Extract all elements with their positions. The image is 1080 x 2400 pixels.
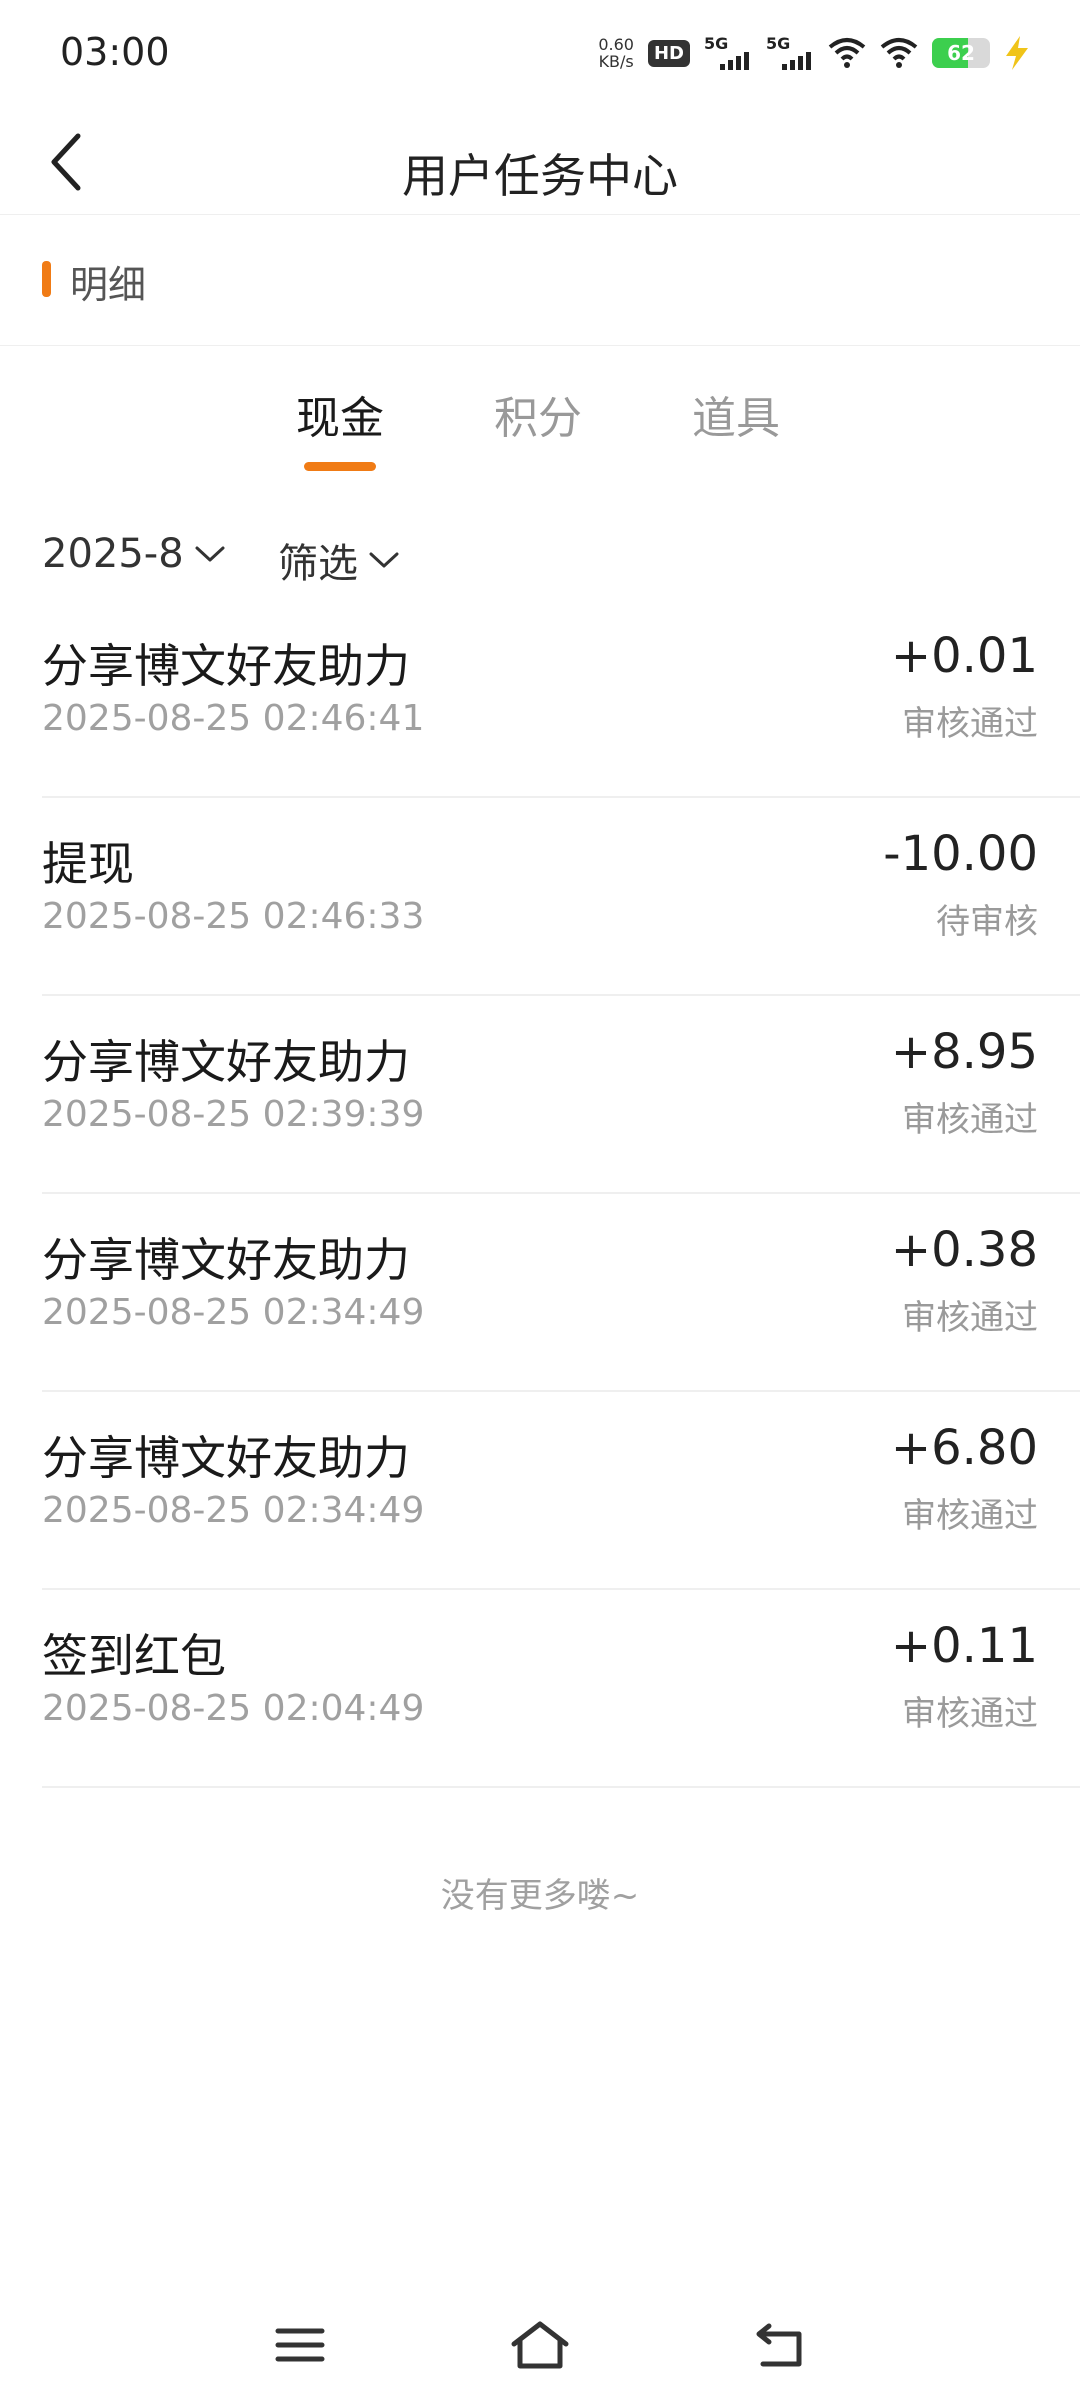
transaction-title: 提现 bbox=[42, 837, 134, 891]
wifi-icon bbox=[880, 38, 918, 68]
chevron-down-icon bbox=[369, 552, 399, 568]
wifi-plus-icon bbox=[828, 38, 866, 68]
transaction-title: 分享博文好友助力 bbox=[42, 1431, 410, 1485]
transaction-status: 审核通过 bbox=[902, 1694, 1038, 1734]
charging-bolt-icon bbox=[1006, 36, 1028, 70]
home-icon bbox=[511, 2321, 569, 2369]
transaction-row[interactable]: 分享博文好友助力 2025-08-25 02:39:39 +8.95 审核通过 bbox=[42, 996, 1080, 1194]
back-nav-button[interactable] bbox=[735, 2310, 825, 2380]
transaction-amount: +8.95 bbox=[890, 1024, 1038, 1080]
active-tab-indicator bbox=[304, 462, 376, 471]
transaction-amount: -10.00 bbox=[883, 826, 1038, 882]
section-accent-bar bbox=[42, 261, 51, 297]
chevron-down-icon bbox=[195, 546, 225, 562]
battery-level: 62 bbox=[947, 41, 975, 65]
signal-5g-icon: 5G bbox=[766, 34, 814, 72]
transaction-amount: +6.80 bbox=[890, 1420, 1038, 1476]
transaction-time: 2025-08-25 02:46:33 bbox=[42, 896, 425, 937]
transaction-time: 2025-08-25 02:39:39 bbox=[42, 1094, 425, 1135]
signal-5g-icon: 5G bbox=[704, 34, 752, 72]
filter-label: 筛选 bbox=[278, 541, 358, 587]
menu-button[interactable] bbox=[255, 2310, 345, 2380]
filter-bar: 2025-8 筛选 bbox=[0, 525, 1080, 595]
transaction-time: 2025-08-25 02:04:49 bbox=[42, 1688, 425, 1729]
transaction-title: 签到红包 bbox=[42, 1629, 226, 1683]
transaction-row[interactable]: 签到红包 2025-08-25 02:04:49 +0.11 审核通过 bbox=[42, 1590, 1080, 1788]
transaction-status: 待审核 bbox=[936, 902, 1038, 942]
page: 03:00 0.60 KB/s HD 5G 5G 62 用户任务中心 明细 现金… bbox=[0, 0, 1080, 2400]
tab-props[interactable]: 道具 bbox=[636, 382, 836, 446]
tab-bar: 现金 积分 道具 bbox=[0, 370, 1080, 480]
home-button[interactable] bbox=[495, 2310, 585, 2380]
transaction-amount: +0.11 bbox=[890, 1618, 1038, 1674]
transaction-amount: +0.01 bbox=[890, 628, 1038, 684]
transaction-title: 分享博文好友助力 bbox=[42, 1233, 410, 1287]
filter-dropdown[interactable]: 筛选 bbox=[278, 531, 400, 589]
network-speed: 0.60 KB/s bbox=[598, 36, 634, 70]
status-bar: 03:00 0.60 KB/s HD 5G 5G 62 bbox=[0, 0, 1080, 110]
transaction-row[interactable]: 分享博文好友助力 2025-08-25 02:34:49 +0.38 审核通过 bbox=[42, 1194, 1080, 1392]
transaction-time: 2025-08-25 02:46:41 bbox=[42, 698, 425, 739]
back-icon bbox=[756, 2323, 802, 2367]
section-header: 明细 bbox=[0, 216, 1080, 346]
section-title: 明细 bbox=[70, 263, 147, 307]
status-icons: 0.60 KB/s HD 5G 5G 62 bbox=[598, 30, 1030, 76]
page-title: 用户任务中心 bbox=[402, 149, 678, 203]
tab-cash[interactable]: 现金 bbox=[240, 382, 440, 446]
month-dropdown[interactable]: 2025-8 bbox=[42, 531, 226, 577]
app-header: 用户任务中心 bbox=[0, 110, 1080, 215]
signal-label: 5G bbox=[704, 34, 729, 53]
transaction-status: 审核通过 bbox=[902, 1100, 1038, 1140]
tab-points[interactable]: 积分 bbox=[438, 382, 638, 446]
system-nav-bar bbox=[0, 2290, 1080, 2400]
network-speed-value: 0.60 bbox=[598, 35, 634, 54]
transaction-time: 2025-08-25 02:34:49 bbox=[42, 1292, 425, 1333]
transaction-status: 审核通过 bbox=[902, 704, 1038, 744]
battery-icon: 62 bbox=[932, 38, 990, 68]
transaction-status: 审核通过 bbox=[902, 1496, 1038, 1536]
transaction-time: 2025-08-25 02:34:49 bbox=[42, 1490, 425, 1531]
hd-icon: HD bbox=[647, 39, 690, 67]
list-end-text: 没有更多喽~ bbox=[440, 1876, 640, 1916]
status-time: 03:00 bbox=[60, 30, 170, 74]
transaction-title: 分享博文好友助力 bbox=[42, 639, 410, 693]
signal-label: 5G bbox=[766, 34, 791, 53]
transaction-list: 分享博文好友助力 2025-08-25 02:46:41 +0.01 审核通过 … bbox=[42, 600, 1080, 1788]
transaction-row[interactable]: 分享博文好友助力 2025-08-25 02:34:49 +6.80 审核通过 bbox=[42, 1392, 1080, 1590]
network-speed-unit: KB/s bbox=[598, 52, 634, 71]
month-value: 2025-8 bbox=[42, 531, 184, 577]
transaction-status: 审核通过 bbox=[902, 1298, 1038, 1338]
menu-icon bbox=[275, 2328, 325, 2362]
transaction-title: 分享博文好友助力 bbox=[42, 1035, 410, 1089]
transaction-row[interactable]: 分享博文好友助力 2025-08-25 02:46:41 +0.01 审核通过 bbox=[42, 600, 1080, 798]
transaction-row[interactable]: 提现 2025-08-25 02:46:33 -10.00 待审核 bbox=[42, 798, 1080, 996]
transaction-amount: +0.38 bbox=[890, 1222, 1038, 1278]
